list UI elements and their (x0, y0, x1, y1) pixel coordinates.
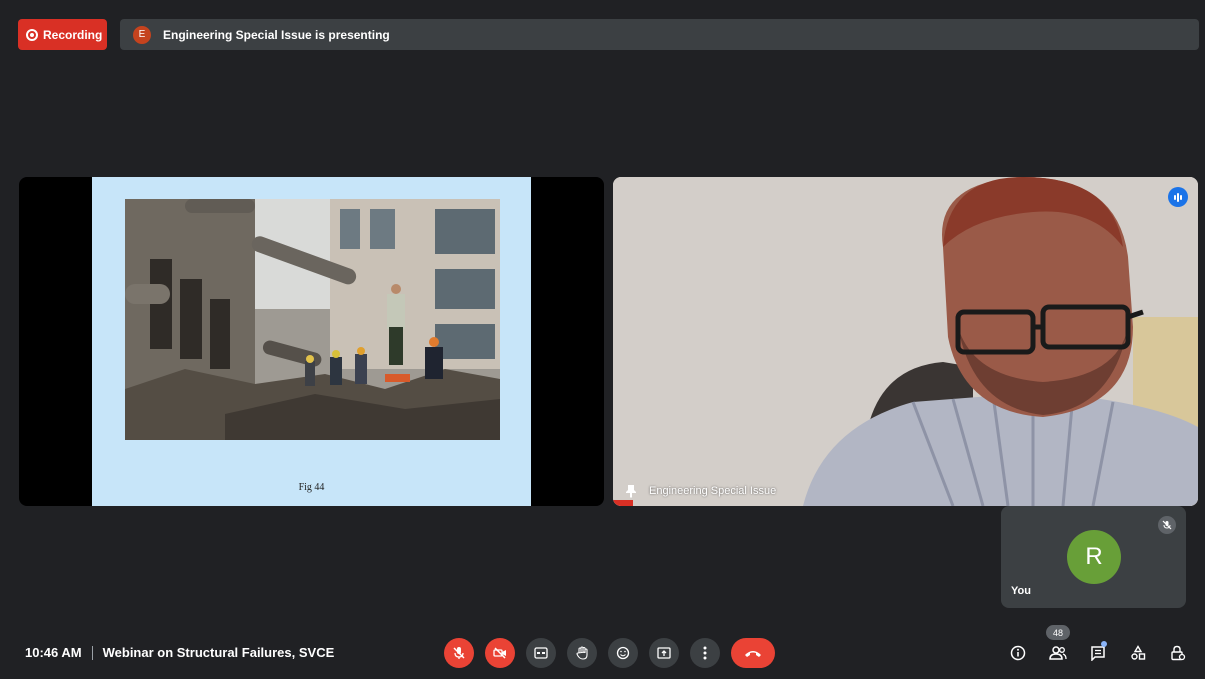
mic-off-icon (1158, 516, 1176, 534)
call-controls (444, 638, 775, 668)
activities-icon (1131, 645, 1146, 660)
raise-hand-button[interactable] (567, 638, 597, 668)
emoji-icon (616, 646, 630, 660)
unread-indicator (1101, 641, 1107, 647)
slide-caption: Fig 44 (298, 482, 325, 493)
record-icon (26, 28, 38, 41)
chat-icon (1091, 646, 1105, 661)
speaker-tile[interactable]: Engineering Special Issue (613, 177, 1198, 506)
host-controls-button[interactable] (1163, 638, 1193, 668)
meeting-title: Webinar on Structural Failures, SVCE (102, 645, 335, 660)
speaking-indicator-icon (1168, 187, 1188, 207)
meeting-time: 10:46 AM (25, 645, 82, 660)
camera-off-icon (493, 647, 506, 659)
divider (91, 645, 93, 660)
meeting-info: 10:46 AM Webinar on Structural Failures,… (25, 645, 334, 660)
activities-button[interactable] (1123, 638, 1153, 668)
hang-up-icon (745, 651, 761, 657)
people-count-badge: 48 (1046, 625, 1070, 640)
collapsed-building-photo (125, 199, 500, 440)
presenting-status: Engineering Special Issue is presenting (163, 27, 390, 42)
chat-button[interactable] (1083, 638, 1113, 668)
side-tools: 48 (1003, 625, 1193, 668)
present-screen-icon (657, 647, 671, 659)
self-tile[interactable]: R You (1001, 506, 1186, 608)
lock-person-icon (1171, 645, 1186, 661)
camera-toggle-button[interactable] (485, 638, 515, 668)
speaker-name-tag: Engineering Special Issue (625, 484, 776, 498)
speaker-name: Engineering Special Issue (649, 485, 777, 497)
people-icon (1049, 646, 1067, 660)
reactions-button[interactable] (608, 638, 638, 668)
captions-icon (534, 647, 548, 659)
present-button[interactable] (649, 638, 679, 668)
presentation-tile[interactable]: Fig 44 (19, 177, 604, 506)
self-label: You (1011, 585, 1031, 597)
self-avatar: R (1067, 530, 1121, 584)
hand-icon (576, 646, 588, 660)
people-button[interactable]: 48 (1043, 625, 1073, 668)
speaker-video (613, 177, 1198, 506)
captions-button[interactable] (526, 638, 556, 668)
presenting-banner: E Engineering Special Issue is presentin… (120, 19, 1199, 50)
slide: Fig 44 (92, 177, 531, 506)
more-options-button[interactable] (690, 638, 720, 668)
meeting-details-button[interactable] (1003, 638, 1033, 668)
recording-label: Recording (43, 27, 103, 42)
mic-toggle-button[interactable] (444, 638, 474, 668)
photo-illustration (125, 199, 500, 440)
info-icon (1010, 645, 1026, 661)
recording-badge[interactable]: Recording (18, 19, 107, 50)
mic-off-icon (453, 647, 465, 659)
end-call-button[interactable] (731, 638, 775, 668)
more-vert-icon (703, 646, 707, 660)
presenter-avatar: E (133, 25, 151, 44)
pin-icon[interactable] (625, 484, 637, 498)
